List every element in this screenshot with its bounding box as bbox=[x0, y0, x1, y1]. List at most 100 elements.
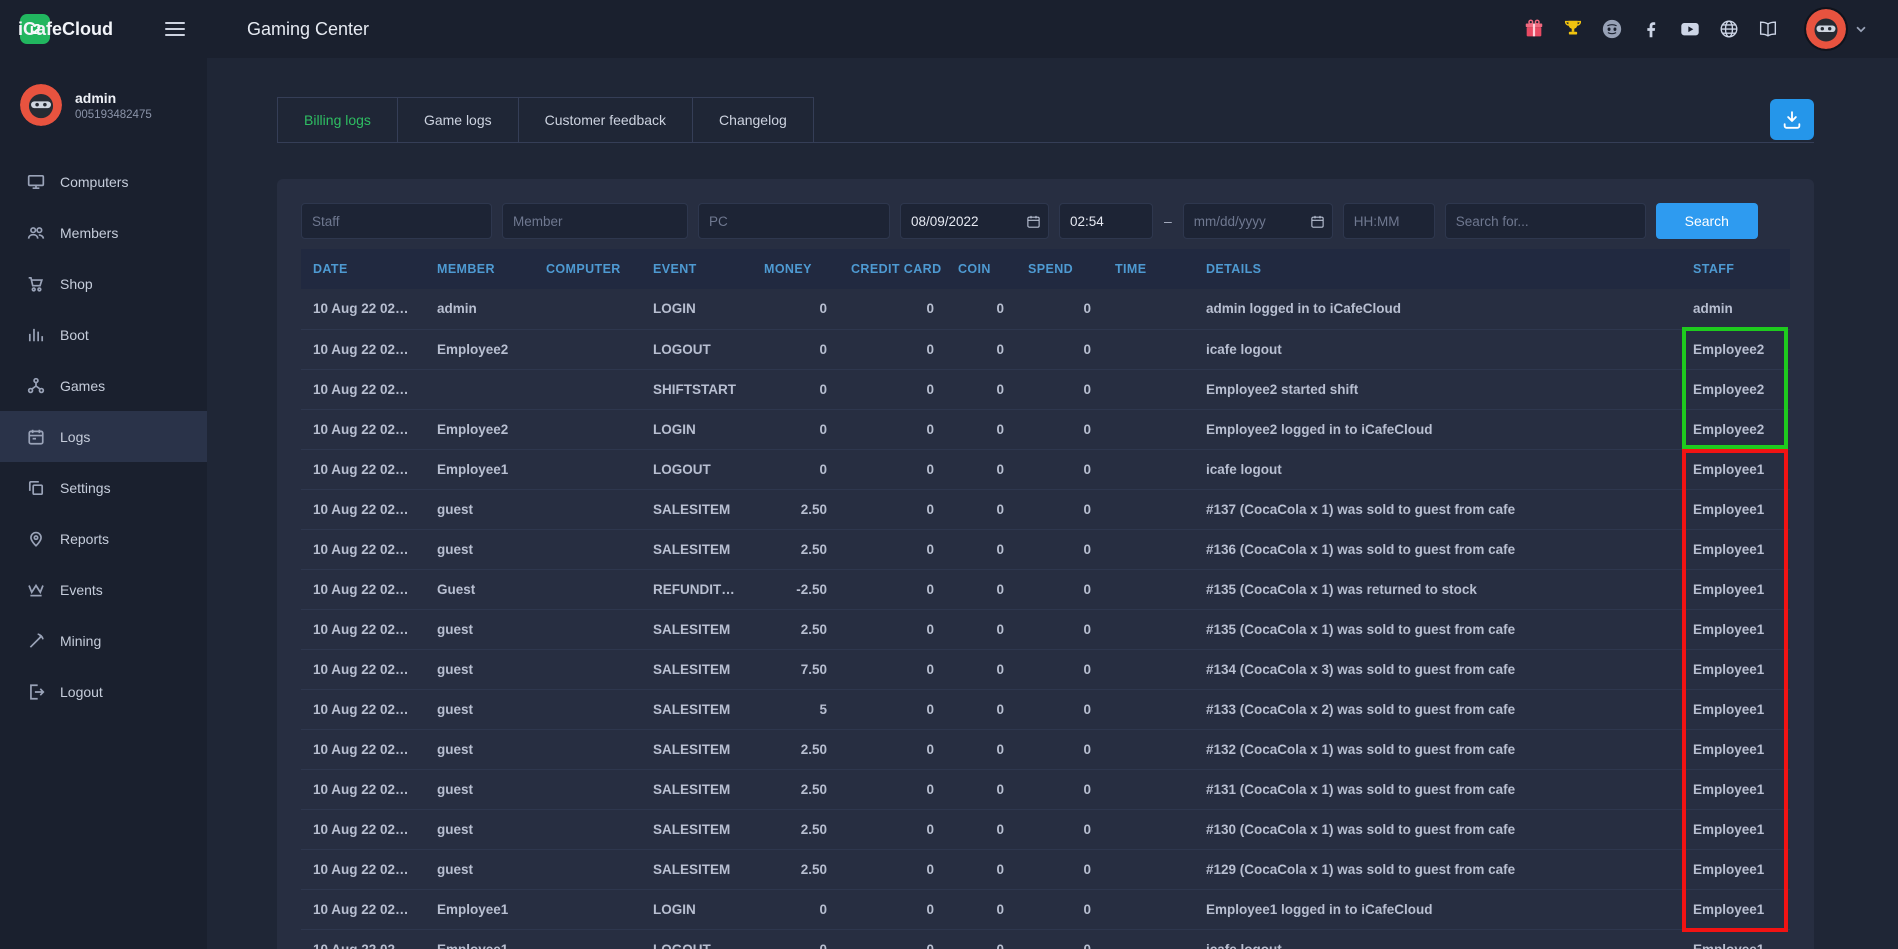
menu-toggle-icon[interactable] bbox=[165, 22, 185, 36]
col-spend: SPEND bbox=[1016, 249, 1103, 289]
cell-coin: 0 bbox=[946, 569, 1016, 609]
col-money: MONEY bbox=[752, 249, 839, 289]
cell-spend: 0 bbox=[1016, 369, 1103, 409]
user-menu[interactable] bbox=[1806, 9, 1898, 49]
tab-changelog[interactable]: Changelog bbox=[692, 97, 814, 142]
cell-event: SHIFTSTART bbox=[641, 369, 752, 409]
sidebar-item-boot[interactable]: Boot bbox=[0, 309, 207, 360]
staff-input[interactable] bbox=[301, 203, 492, 239]
cell-event: SALESITEM bbox=[641, 649, 752, 689]
gift-icon[interactable] bbox=[1522, 17, 1546, 41]
cell-time bbox=[1103, 889, 1194, 929]
tab-billing-logs[interactable]: Billing logs bbox=[277, 97, 398, 142]
logout-icon bbox=[27, 683, 45, 701]
sidebar-item-mining[interactable]: Mining bbox=[0, 615, 207, 666]
pc-input[interactable] bbox=[698, 203, 890, 239]
time-to-input[interactable] bbox=[1343, 203, 1435, 239]
sidebar-item-settings[interactable]: Settings bbox=[0, 462, 207, 513]
trophy-icon[interactable] bbox=[1561, 17, 1585, 41]
cart-icon bbox=[27, 275, 45, 293]
cell-credit-card: 0 bbox=[839, 689, 946, 729]
sidebar-item-label: Logout bbox=[60, 684, 103, 700]
globe-icon[interactable] bbox=[1717, 17, 1741, 41]
cell-time bbox=[1103, 729, 1194, 769]
discord-icon[interactable] bbox=[1600, 17, 1624, 41]
sidebar-item-events[interactable]: Events bbox=[0, 564, 207, 615]
chevron-down-icon[interactable] bbox=[1854, 22, 1868, 36]
cell-staff: Employee1 bbox=[1681, 849, 1790, 889]
user-avatar[interactable] bbox=[1806, 9, 1846, 49]
sidebar-item-logs[interactable]: Logs bbox=[0, 411, 207, 462]
cell-spend: 0 bbox=[1016, 609, 1103, 649]
cell-details: icafe logout bbox=[1194, 449, 1681, 489]
table-row: 10 Aug 22 02:50guestSALESITEM2.50000#131… bbox=[301, 769, 1790, 809]
cell-details: Employee2 logged in to iCafeCloud bbox=[1194, 409, 1681, 449]
cell-event: LOGOUT bbox=[641, 449, 752, 489]
cell-money: 2.50 bbox=[752, 769, 839, 809]
cell-details: #137 (CocaCola x 1) was sold to guest fr… bbox=[1194, 489, 1681, 529]
cell-member: guest bbox=[425, 849, 534, 889]
cell-credit-card: 0 bbox=[839, 529, 946, 569]
cell-details: Employee2 started shift bbox=[1194, 369, 1681, 409]
sidebar-item-members[interactable]: Members bbox=[0, 207, 207, 258]
sidebar-item-games[interactable]: Games bbox=[0, 360, 207, 411]
col-computer: COMPUTER bbox=[534, 249, 641, 289]
search-input[interactable] bbox=[1445, 203, 1646, 239]
cell-money: 5 bbox=[752, 689, 839, 729]
cell-details: #131 (CocaCola x 1) was sold to guest fr… bbox=[1194, 769, 1681, 809]
facebook-icon[interactable] bbox=[1639, 17, 1663, 41]
cell-time bbox=[1103, 289, 1194, 329]
book-icon[interactable] bbox=[1756, 17, 1780, 41]
sidebar-item-reports[interactable]: Reports bbox=[0, 513, 207, 564]
settings-icon bbox=[27, 479, 45, 497]
cell-member: Guest bbox=[425, 569, 534, 609]
cell-event: SALESITEM bbox=[641, 689, 752, 729]
cell-date: 10 Aug 22 02:51 bbox=[301, 529, 425, 569]
cell-credit-card: 0 bbox=[839, 409, 946, 449]
cell-money: 2.50 bbox=[752, 809, 839, 849]
sidebar-nav: Computers Members Shop Boot Games Logs S… bbox=[0, 156, 207, 717]
tab-game-logs[interactable]: Game logs bbox=[397, 97, 519, 142]
cell-computer bbox=[534, 689, 641, 729]
date-from-input[interactable] bbox=[900, 203, 1049, 239]
member-input[interactable] bbox=[502, 203, 688, 239]
cell-member: Employee1 bbox=[425, 889, 534, 929]
sidebar-item-label: Settings bbox=[60, 480, 111, 496]
cell-coin: 0 bbox=[946, 489, 1016, 529]
cell-staff: Employee1 bbox=[1681, 889, 1790, 929]
cell-time bbox=[1103, 329, 1194, 369]
time-from-input[interactable] bbox=[1059, 203, 1153, 239]
cell-credit-card: 0 bbox=[839, 889, 946, 929]
cell-date: 10 Aug 22 02:50 bbox=[301, 769, 425, 809]
download-icon bbox=[1781, 109, 1803, 131]
sidebar-item-shop[interactable]: Shop bbox=[0, 258, 207, 309]
cell-time bbox=[1103, 649, 1194, 689]
sidebar-item-label: Reports bbox=[60, 531, 109, 547]
user-name: admin bbox=[75, 90, 152, 106]
download-button[interactable] bbox=[1770, 99, 1814, 140]
cell-coin: 0 bbox=[946, 689, 1016, 729]
cell-staff: Employee1 bbox=[1681, 449, 1790, 489]
youtube-icon[interactable] bbox=[1678, 17, 1702, 41]
cell-coin: 0 bbox=[946, 409, 1016, 449]
search-button[interactable]: Search bbox=[1656, 203, 1758, 239]
sidebar: admin 005193482475 Computers Members Sho… bbox=[0, 58, 207, 949]
sidebar-item-label: Shop bbox=[60, 276, 93, 292]
cell-details: icafe logout bbox=[1194, 329, 1681, 369]
cell-date: 10 Aug 22 02:50 bbox=[301, 889, 425, 929]
date-to-input[interactable] bbox=[1183, 203, 1333, 239]
table-row: 10 Aug 22 02:51guestSALESITEM2.50000#137… bbox=[301, 489, 1790, 529]
cell-details: #129 (CocaCola x 1) was sold to guest fr… bbox=[1194, 849, 1681, 889]
sidebar-item-computers[interactable]: Computers bbox=[0, 156, 207, 207]
cell-details: icafe logout bbox=[1194, 929, 1681, 949]
cell-member: guest bbox=[425, 609, 534, 649]
sidebar-item-logout[interactable]: Logout bbox=[0, 666, 207, 717]
cell-time bbox=[1103, 369, 1194, 409]
cell-date: 10 Aug 22 02:51 bbox=[301, 649, 425, 689]
cell-computer bbox=[534, 489, 641, 529]
table-row: 10 Aug 22 02:51guestSALESITEM2.50000#136… bbox=[301, 529, 1790, 569]
cell-computer bbox=[534, 449, 641, 489]
brand-area: i2 iCafeCloud bbox=[0, 0, 207, 58]
tab-customer-feedback[interactable]: Customer feedback bbox=[518, 97, 693, 142]
table-row: 10 Aug 22 02:50Employee1LOGOUT0000icafe … bbox=[301, 929, 1790, 949]
